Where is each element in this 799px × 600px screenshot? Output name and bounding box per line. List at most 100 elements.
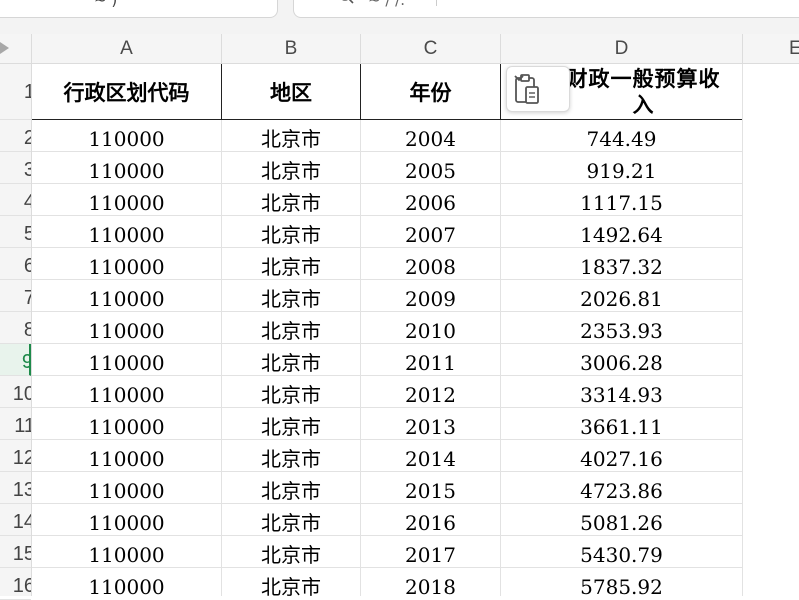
cell-code[interactable]: 110000 [32,184,222,216]
row-header-8[interactable]: 8 [0,312,31,344]
cell-code[interactable]: 110000 [32,472,222,504]
cell-region[interactable]: 北京市 [222,536,361,568]
column-header-d[interactable]: D [501,34,743,63]
select-all-triangle-icon [0,42,9,54]
cell-revenue[interactable]: 3006.28 [501,344,743,376]
cell-region[interactable]: 北京市 [222,440,361,472]
name-box[interactable] [0,0,278,18]
row-number: 5 [24,223,31,245]
row-header-4[interactable]: 4 [0,184,31,216]
paste-options-button[interactable] [506,66,570,112]
row-number: 16 [12,575,31,597]
cell-region[interactable]: 北京市 [222,472,361,504]
row-header-7[interactable]: 7 [0,280,31,312]
cell-year[interactable]: 2007 [361,216,501,248]
row-header-14[interactable]: 14 [0,504,31,536]
spreadsheet-grid[interactable]: 行政区划代码 地区 年份 财政一般预算收入 110000 北京市 2004 744.4… [32,64,799,596]
cell-revenue[interactable]: 2353.93 [501,312,743,344]
column-header-c[interactable]: C [361,34,501,63]
cell-year[interactable]: 2010 [361,312,501,344]
cell-code[interactable]: 110000 [32,120,222,152]
cell-code[interactable]: 110000 [32,504,222,536]
row-header-16[interactable]: 16 [0,568,31,600]
cell-year[interactable]: 2016 [361,504,501,536]
column-header-b[interactable]: B [222,34,361,63]
cell-year[interactable]: 2017 [361,536,501,568]
cell-code[interactable]: 110000 [32,280,222,312]
cell-region[interactable]: 北京市 [222,376,361,408]
cell-region[interactable]: 北京市 [222,216,361,248]
row-header-13[interactable]: 13 [0,472,31,504]
cell-year[interactable]: 2009 [361,280,501,312]
cell-revenue[interactable]: 1492.64 [501,216,743,248]
cell-code[interactable]: 110000 [32,568,222,596]
cell-year[interactable]: 2018 [361,568,501,596]
cell-region[interactable]: 北京市 [222,504,361,536]
row-number: 4 [24,191,31,213]
row-header-3[interactable]: 3 [0,152,31,184]
cell-year[interactable]: 2011 [361,344,501,376]
cell-region[interactable]: 北京市 [222,344,361,376]
cell-region[interactable]: 北京市 [222,568,361,596]
cell-year[interactable]: 2006 [361,184,501,216]
cell-region[interactable]: 北京市 [222,312,361,344]
cell-year[interactable]: 2015 [361,472,501,504]
row-header-5[interactable]: 5 [0,216,31,248]
cell-year[interactable]: 2008 [361,248,501,280]
cell-revenue[interactable]: 3661.11 [501,408,743,440]
cell-region[interactable]: 北京市 [222,152,361,184]
row-header-1[interactable]: 1 [0,64,31,120]
header-cell-year[interactable]: 年份 [361,64,501,120]
header-cell-region[interactable]: 地区 [222,64,361,120]
cell-revenue[interactable]: 744.49 [501,120,743,152]
row-header-6[interactable]: 6 [0,248,31,280]
row-header-bar: 1 2 3 4 5 6 7 8 9 10 11 12 13 14 15 16 [0,64,32,600]
cell-revenue[interactable]: 4027.16 [501,440,743,472]
cell-revenue[interactable]: 5430.79 [501,536,743,568]
cell-code[interactable]: 110000 [32,376,222,408]
cell-revenue[interactable]: 919.21 [501,152,743,184]
cell-year[interactable]: 2005 [361,152,501,184]
cell-revenue[interactable]: 1117.15 [501,184,743,216]
cell-code[interactable]: 110000 [32,152,222,184]
cell-code[interactable]: 110000 [32,344,222,376]
row-header-15[interactable]: 15 [0,536,31,568]
search-icon[interactable] [338,0,354,4]
cell-year[interactable]: 2004 [361,120,501,152]
cell-year[interactable]: 2013 [361,408,501,440]
cell-code[interactable]: 110000 [32,216,222,248]
cell-revenue[interactable]: 2026.81 [501,280,743,312]
cell-code[interactable]: 110000 [32,440,222,472]
cell-code[interactable]: 110000 [32,312,222,344]
name-box-text: ~ ) [94,0,118,9]
cell-code[interactable]: 110000 [32,248,222,280]
cell-region[interactable]: 北京市 [222,280,361,312]
cell-code[interactable]: 110000 [32,408,222,440]
row-number: 9 [22,351,29,373]
row-header-11[interactable]: 11 [0,408,31,440]
cell-revenue[interactable]: 5785.92 [501,568,743,596]
row-header-2[interactable]: 2 [0,120,31,152]
row-header-9[interactable]: 9 [0,344,31,376]
row-number: 10 [12,383,31,405]
cell-region[interactable]: 北京市 [222,248,361,280]
cell-revenue[interactable]: 5081.26 [501,504,743,536]
select-all-button[interactable] [0,34,32,63]
cell-region[interactable]: 北京市 [222,120,361,152]
cell-revenue[interactable]: 1837.32 [501,248,743,280]
cell-year[interactable]: 2014 [361,440,501,472]
cell-revenue[interactable]: 4723.86 [501,472,743,504]
cell-region[interactable]: 北京市 [222,184,361,216]
column-header-bar: A B C D E [0,34,799,64]
cell-code[interactable]: 110000 [32,536,222,568]
row-header-10[interactable]: 10 [0,376,31,408]
cell-region[interactable]: 北京市 [222,408,361,440]
cell-year[interactable]: 2012 [361,376,501,408]
column-header-e[interactable]: E [743,34,799,63]
row-header-12[interactable]: 12 [0,440,31,472]
formula-box-text: ~ / /. [368,0,405,9]
header-cell-code[interactable]: 行政区划代码 [32,64,222,120]
column-header-a[interactable]: A [32,34,222,63]
row-number: 2 [24,127,31,149]
cell-revenue[interactable]: 3314.93 [501,376,743,408]
